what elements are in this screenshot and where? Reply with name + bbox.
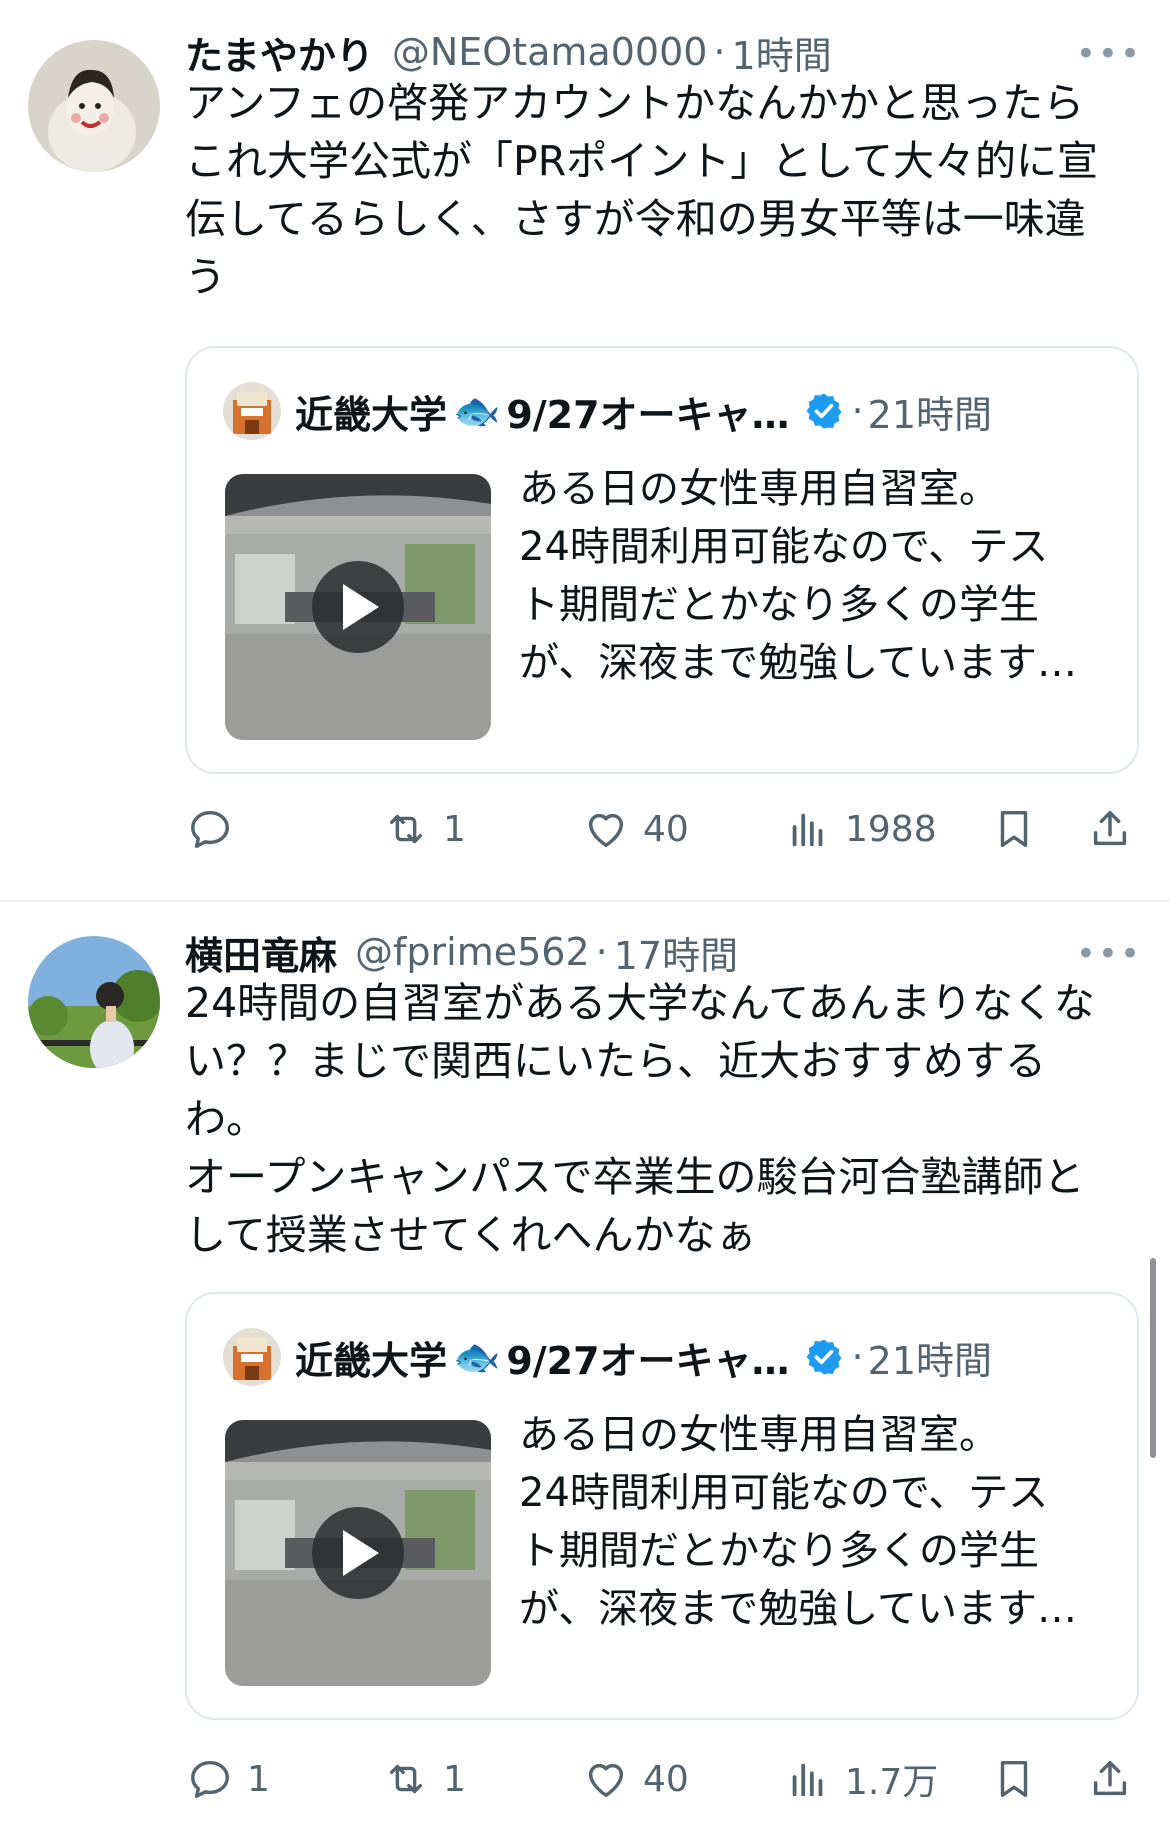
tweet-text: アンフェの啓発アカウントかなんかかと思ったら これ大学公式が「PRポイント」とし… xyxy=(185,74,1145,306)
quote-line: ト期間だとかなり多くの学生 xyxy=(519,1528,1039,1574)
fish-emoji: 🐟 xyxy=(453,1334,501,1379)
display-name[interactable]: 横田竜麻 xyxy=(185,925,337,980)
user-handle[interactable]: @fprime562 xyxy=(355,930,590,974)
bookmark-icon xyxy=(1000,810,1028,848)
tweet-divider xyxy=(0,900,1170,902)
quote-timestamp[interactable]: 21時間 xyxy=(868,384,992,439)
quote-line: 24時間利用可能なので、テス xyxy=(519,524,1049,570)
quote-header: 近畿大学 🐟 9/27オーキャ… · 21時間 xyxy=(223,1324,992,1390)
separator-dot: · xyxy=(851,389,864,433)
user-handle[interactable]: @NEOtama0000 xyxy=(392,30,708,74)
more-options-icon[interactable]: ••• xyxy=(1076,34,1142,74)
quote-line: が、深夜まで勉強しています… xyxy=(519,1586,1077,1632)
views-button[interactable]: 1.7万 xyxy=(785,1744,938,1814)
retweet-icon xyxy=(389,1764,423,1794)
like-button[interactable]: 40 xyxy=(583,1744,689,1814)
view-count: 1.7万 xyxy=(845,1762,939,1803)
quote-line: ある日の女性専用自習室。 xyxy=(519,466,999,512)
like-icon xyxy=(588,813,624,848)
quote-display-name[interactable]: 近畿大学 xyxy=(295,1330,447,1385)
quote-display-name-suffix[interactable]: 9/27オーキャ… xyxy=(506,1330,789,1385)
tweet-header: たまやかり @NEOtama0000 · 1時間 xyxy=(185,22,1146,82)
reply-count: 1 xyxy=(247,1758,270,1800)
share-button[interactable] xyxy=(1087,794,1133,864)
quote-display-name-suffix[interactable]: 9/27オーキャ… xyxy=(506,384,789,439)
quote-line: ある日の女性専用自習室。 xyxy=(519,1412,999,1458)
text-line: して授業させてくれへんかなぁ xyxy=(185,1211,757,1259)
like-button[interactable]: 40 xyxy=(583,794,689,864)
views-button[interactable]: 1988 xyxy=(785,794,937,864)
share-icon xyxy=(1093,1760,1127,1796)
separator-dot: · xyxy=(595,930,608,974)
view-count: 1988 xyxy=(845,808,937,850)
share-icon xyxy=(1093,810,1127,846)
quote-timestamp[interactable]: 21時間 xyxy=(868,1330,992,1385)
text-line: い？？まじで関西にいたら、近大おすすめする xyxy=(185,1037,1046,1085)
retweet-button[interactable]: 1 xyxy=(383,794,466,864)
more-options-icon[interactable]: ••• xyxy=(1076,934,1142,974)
avatar[interactable] xyxy=(28,40,160,172)
quote-display-name[interactable]: 近畿大学 xyxy=(295,384,447,439)
timestamp[interactable]: 1時間 xyxy=(732,25,832,80)
quote-text: ある日の女性専用自習室。 24時間利用可能なので、テス ト期間だとかなり多くの学… xyxy=(519,460,1077,692)
retweet-count: 1 xyxy=(443,1758,466,1800)
retweet-button[interactable]: 1 xyxy=(383,1744,466,1814)
quote-line: が、深夜まで勉強しています… xyxy=(519,640,1077,686)
like-count: 40 xyxy=(643,1758,689,1800)
tweet-header: 横田竜麻 @fprime562 · 17時間 xyxy=(185,922,1146,982)
reply-icon xyxy=(191,810,229,848)
timestamp[interactable]: 17時間 xyxy=(614,925,738,980)
text-line: 24時間の自習室がある大学なんてあんまりなくな xyxy=(185,979,1095,1027)
display-name[interactable]: たまやかり xyxy=(185,25,374,80)
text-line: わ。 xyxy=(185,1095,267,1143)
like-count: 40 xyxy=(643,808,689,850)
fish-emoji: 🐟 xyxy=(453,388,501,433)
reply-icon xyxy=(191,1760,229,1798)
bookmark-icon xyxy=(1000,1760,1028,1798)
quote-header: 近畿大学 🐟 9/27オーキャ… · 21時間 xyxy=(223,378,992,444)
quoted-tweet[interactable]: 近畿大学 🐟 9/27オーキャ… · 21時間 ある日の女性専用自習室。 24時… xyxy=(185,1292,1139,1720)
quote-avatar[interactable] xyxy=(223,1328,281,1386)
separator-dot: · xyxy=(713,30,726,74)
text-line: 伝してるらしく、さすが令和の男女平等は一味違 xyxy=(185,195,1086,243)
video-thumbnail[interactable] xyxy=(225,474,491,740)
reply-button[interactable]: 1 xyxy=(187,1744,270,1814)
quote-line: ト期間だとかなり多くの学生 xyxy=(519,582,1039,628)
text-line: オープンキャンパスで卒業生の駿台河合塾講師と xyxy=(185,1153,1085,1201)
views-icon xyxy=(792,1763,823,1797)
quote-line: 24時間利用可能なので、テス xyxy=(519,1470,1049,1516)
like-icon xyxy=(588,1763,624,1798)
bookmark-button[interactable] xyxy=(991,1744,1037,1814)
quote-avatar[interactable] xyxy=(223,382,281,440)
tweet-text: 24時間の自習室がある大学なんてあんまりなくな い？？まじで関西にいたら、近大お… xyxy=(185,974,1145,1264)
quoted-tweet[interactable]: 近畿大学 🐟 9/27オーキャ… · 21時間 ある日の女性専用自習室。 24時… xyxy=(185,346,1139,774)
verified-badge-icon xyxy=(806,393,842,429)
share-button[interactable] xyxy=(1087,1744,1133,1814)
retweet-icon xyxy=(389,814,423,844)
avatar[interactable] xyxy=(28,936,160,1068)
reply-button[interactable] xyxy=(187,794,247,864)
verified-badge-icon xyxy=(806,1339,842,1375)
text-line: これ大学公式が「PRポイント」として大々的に宣 xyxy=(185,137,1098,185)
action-bar: 1 40 1988 xyxy=(185,794,1145,864)
text-line: う xyxy=(185,253,226,301)
views-icon xyxy=(792,813,823,847)
retweet-count: 1 xyxy=(443,808,466,850)
action-bar: 1 1 40 1.7万 xyxy=(185,1744,1145,1814)
video-thumbnail[interactable] xyxy=(225,1420,491,1686)
text-line: アンフェの啓発アカウントかなんかかと思ったら xyxy=(185,79,1085,127)
quote-text: ある日の女性専用自習室。 24時間利用可能なので、テス ト期間だとかなり多くの学… xyxy=(519,1406,1077,1638)
bookmark-button[interactable] xyxy=(991,794,1037,864)
separator-dot: · xyxy=(851,1335,864,1379)
scrollbar[interactable] xyxy=(1150,1258,1156,1458)
